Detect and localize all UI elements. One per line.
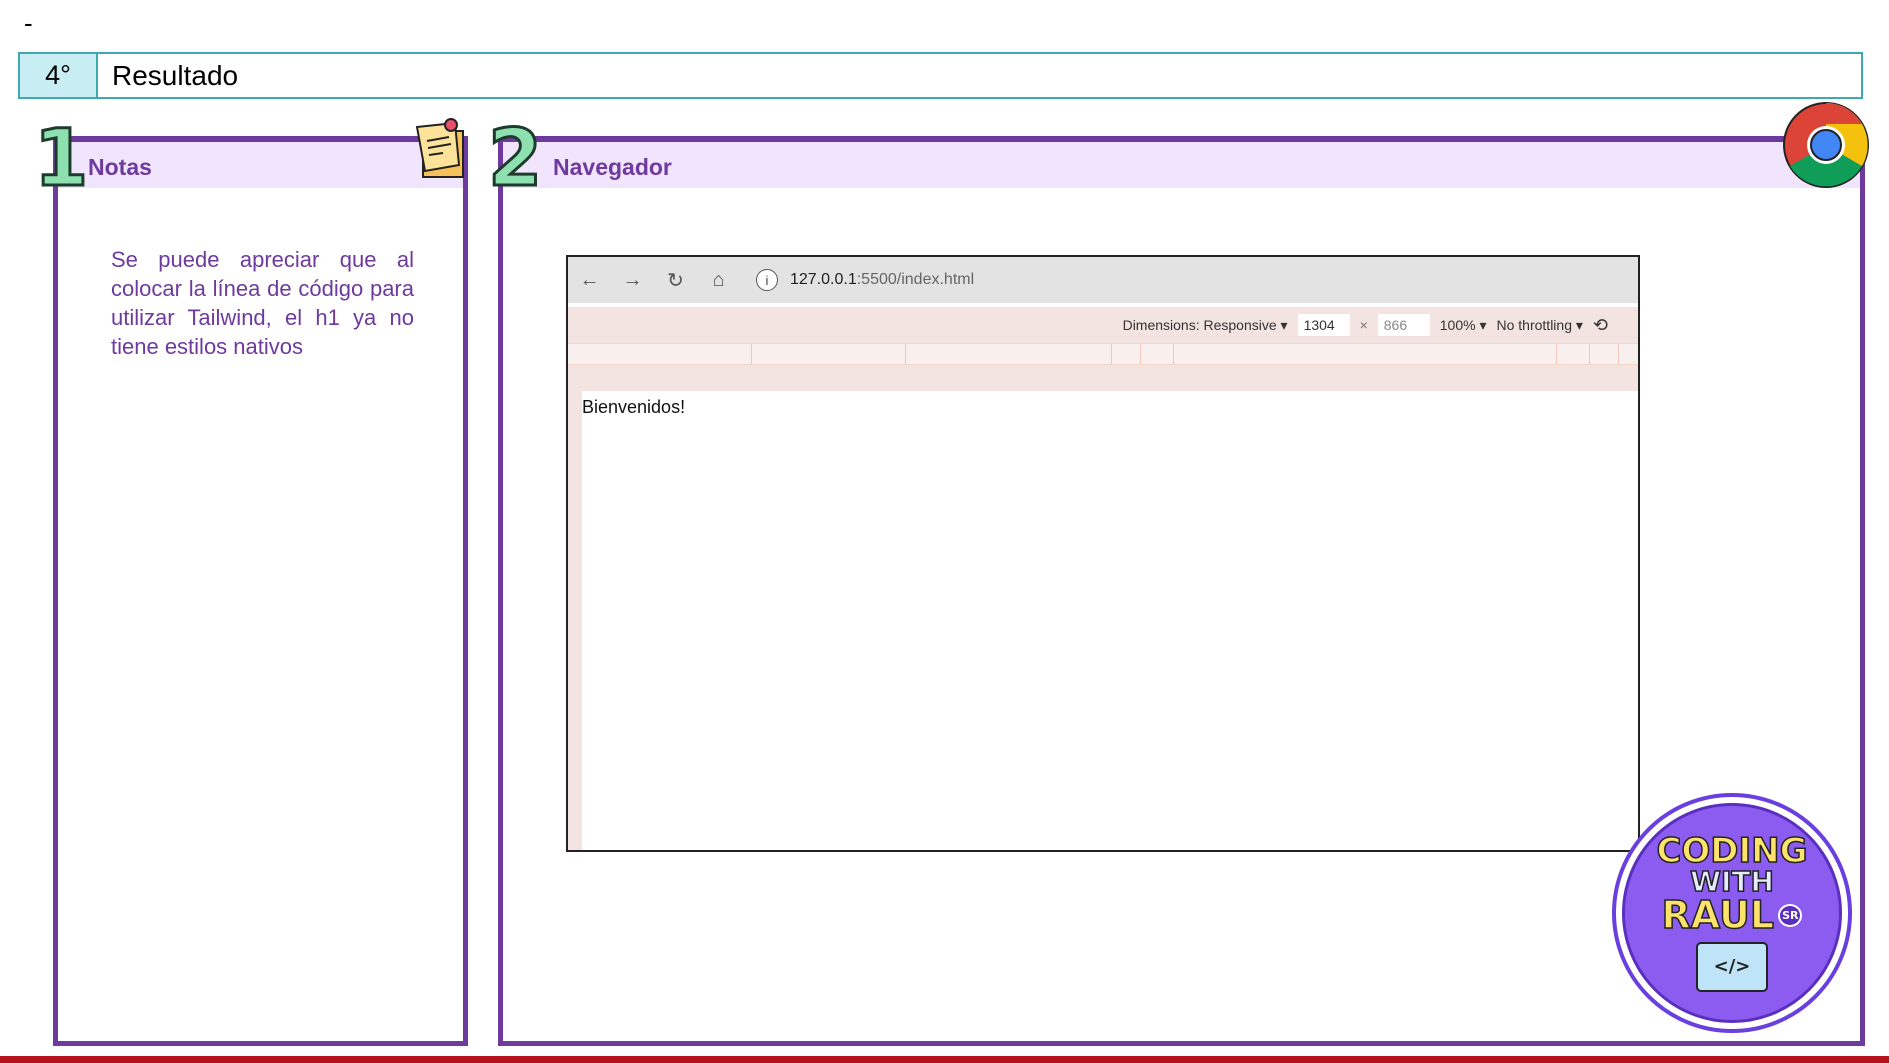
coding-with-raul-logo: CODING WITH RAUL SR </> (1612, 793, 1852, 1033)
notes-text: Se puede apreciar que al colocar la líne… (111, 247, 414, 359)
code-window-icon: </> (1696, 942, 1768, 992)
page-heading: Bienvenidos! (582, 397, 686, 417)
page-marker: - (24, 8, 33, 38)
logo-badge: SR (1778, 903, 1803, 927)
url-field[interactable]: i 127.0.0.1:5500/index.html (748, 262, 975, 298)
width-input[interactable]: 1304 (1297, 314, 1350, 336)
reload-icon[interactable]: ↻ (654, 268, 697, 293)
step-number: 4° (20, 54, 98, 97)
section-title: Resultado (112, 59, 239, 91)
zoom-select[interactable]: 100% ▾ (1440, 317, 1487, 334)
panel-number-2: 2 (486, 114, 543, 204)
notes-title: Notas (88, 154, 152, 180)
browser-title: Navegador (553, 154, 672, 180)
throttling-select[interactable]: No throttling ▾ (1497, 317, 1583, 334)
chrome-icon (1781, 100, 1871, 190)
back-icon[interactable]: ← (568, 269, 611, 292)
bottom-bar (0, 1056, 1889, 1063)
rotate-icon[interactable]: ⟲ (1593, 315, 1608, 336)
home-icon[interactable]: ⌂ (697, 269, 740, 292)
logo-line1: CODING (1656, 831, 1809, 871)
panel-number-1: 1 (32, 114, 89, 204)
dimensions-select[interactable]: Dimensions: Responsive ▾ (1123, 317, 1288, 334)
logo-line3: RAUL (1661, 893, 1775, 937)
left-ruler-strip (568, 391, 582, 850)
section-header: 4° Resultado (18, 52, 1863, 99)
url-path: :5500/index.html (856, 271, 975, 288)
height-input[interactable]: 866 (1377, 314, 1430, 336)
browser-header-band (503, 142, 1860, 188)
sticky-note-icon (415, 117, 467, 181)
page-viewport: Bienvenidos! (582, 391, 1638, 850)
browser-screenshot: ← → ↻ ⌂ i 127.0.0.1:5500/index.html Dime… (566, 255, 1640, 852)
logo-line2: WITH (1689, 865, 1774, 898)
url-host: 127.0.0.1 (790, 271, 857, 288)
address-bar-row: ← → ↻ ⌂ i 127.0.0.1:5500/index.html (568, 257, 1638, 303)
site-info-icon[interactable]: i (756, 269, 778, 291)
devtools-device-toolbar: Dimensions: Responsive ▾ 1304 × 866 100%… (568, 307, 1638, 343)
forward-icon[interactable]: → (611, 269, 654, 292)
media-query-ruler (568, 343, 1638, 365)
times-sign: × (1359, 317, 1368, 333)
